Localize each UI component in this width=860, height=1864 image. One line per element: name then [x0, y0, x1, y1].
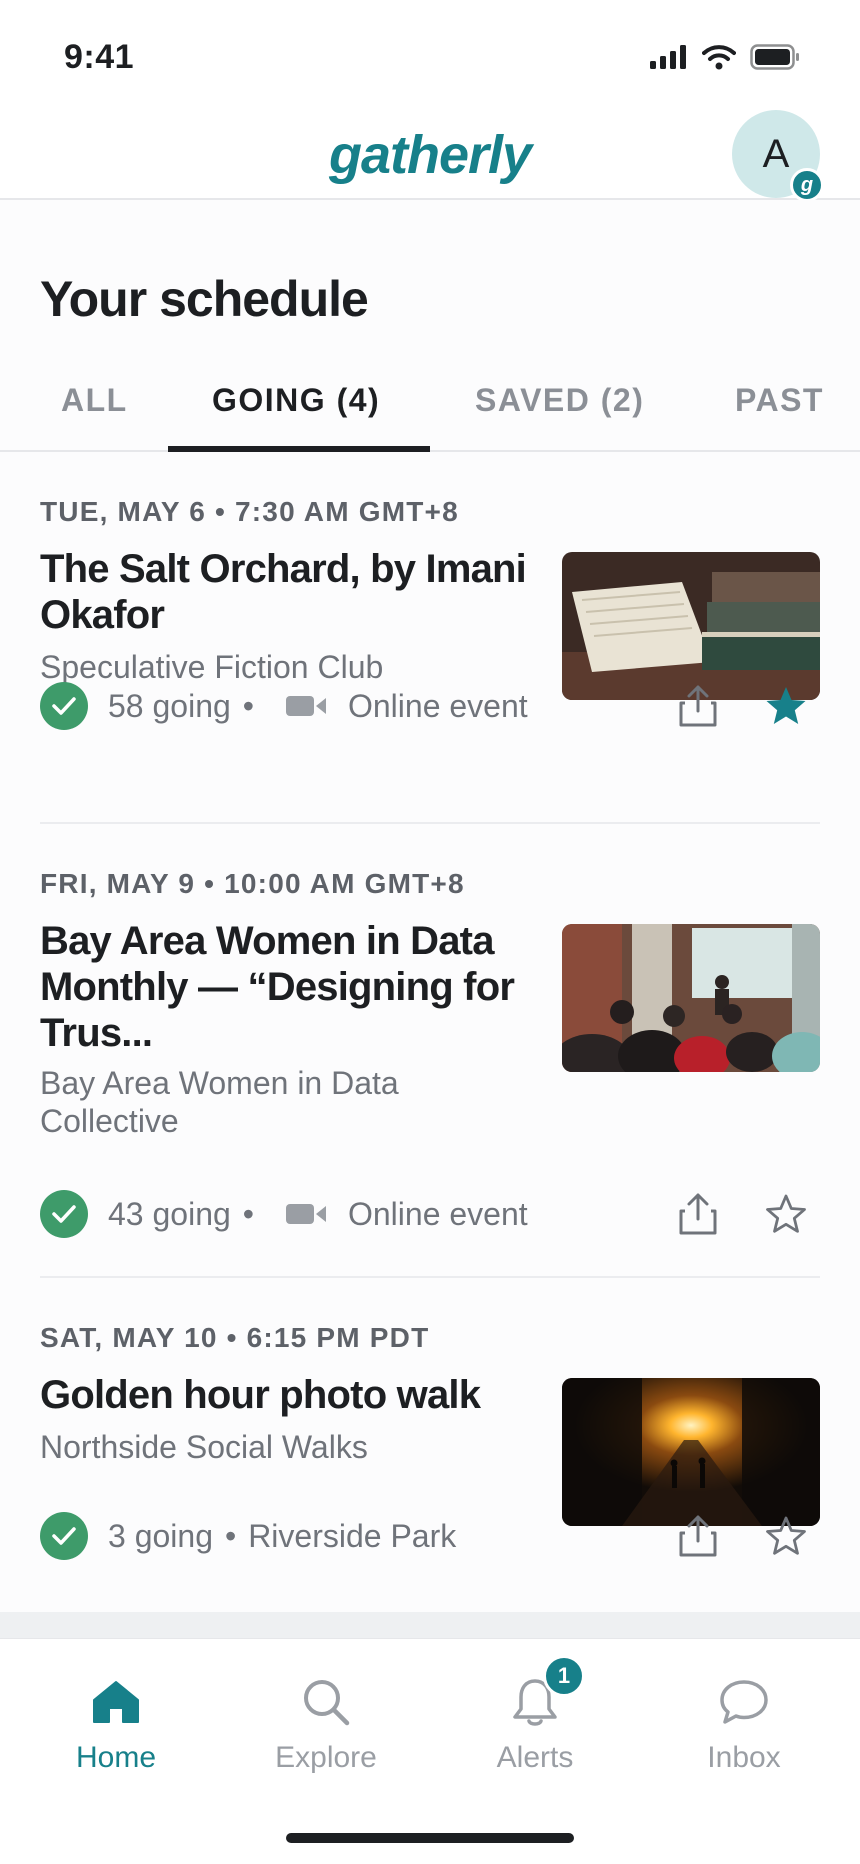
event-thumbnail-sunset[interactable] [562, 1378, 820, 1526]
card-divider [40, 822, 820, 824]
status-icons [650, 44, 800, 75]
star-outline-icon[interactable] [762, 1190, 810, 1238]
event-title[interactable]: Golden hour photo walk [40, 1372, 540, 1418]
card-divider [40, 1276, 820, 1278]
page-title: Your schedule [40, 271, 369, 327]
share-icon[interactable] [674, 1512, 722, 1560]
video-camera-icon [284, 693, 330, 719]
event-thumbnail-books[interactable] [562, 552, 820, 700]
event-group[interactable]: Northside Social Walks [40, 1428, 540, 1466]
nav-inbox[interactable]: Inbox [664, 1673, 824, 1775]
brand-logo[interactable]: gatherly [0, 124, 860, 186]
avatar-initial: A [762, 131, 790, 176]
separator-dot: • [242, 687, 254, 724]
avatar[interactable]: A g [732, 110, 824, 202]
event-actions [674, 682, 810, 730]
separator-dot: • [224, 1517, 237, 1554]
event-location: Online event [347, 1195, 528, 1232]
event-date: SAT, MAY 10 • 6:15 PM PDT [40, 1322, 430, 1353]
share-icon[interactable] [674, 1190, 722, 1238]
nav-label: Home [75, 1741, 157, 1774]
event-meta: 58 going • Online event [40, 680, 528, 732]
star-outline-icon[interactable] [762, 1512, 810, 1560]
event-location: Online event [347, 687, 528, 724]
event-group[interactable]: Bay Area Women in Data Collective [40, 1064, 540, 1140]
going-count: 43 going [108, 1195, 231, 1232]
wifi-icon [702, 44, 736, 75]
chat-bubble-icon [664, 1673, 824, 1731]
event-meta: 3 going • Riverside Park [40, 1510, 456, 1562]
event-title[interactable]: Bay Area Women in Data Monthly — “Design… [40, 918, 540, 1056]
bottom-nav-shadow [0, 1612, 860, 1638]
bell-icon: 1 [455, 1655, 615, 1731]
bottom-nav: Home Explore 1 Alerts Inbox [0, 1638, 860, 1864]
alerts-badge: 1 [543, 1655, 585, 1697]
event-card[interactable]: FRI, MAY 9 • 10:00 AM GMT+8 Bay Area Wom… [40, 868, 820, 1238]
event-title[interactable]: The Salt Orchard, by Imani Okafor [40, 546, 540, 638]
status-time: 9:41 [64, 38, 135, 76]
event-location: Riverside Park [248, 1517, 457, 1554]
going-count: 3 going [108, 1517, 213, 1554]
tab-going[interactable]: GOING (4) [212, 382, 380, 452]
home-icon [36, 1673, 196, 1731]
nav-label: Alerts [496, 1741, 574, 1774]
battery-icon [750, 44, 800, 75]
going-check-icon [40, 1512, 88, 1560]
active-tab-indicator [168, 446, 430, 452]
schedule-tabs: ALL GOING (4) SAVED (2) PAST [0, 360, 860, 452]
event-card[interactable]: SAT, MAY 10 • 6:15 PM PDT Golden hour ph… [40, 1322, 820, 1612]
event-date: TUE, MAY 6 • 7:30 AM GMT+8 [40, 496, 459, 527]
schedule-page: Your schedule ALL GOING (4) SAVED (2) PA… [0, 200, 860, 1612]
nav-alerts[interactable]: 1 Alerts [455, 1655, 615, 1775]
status-bar: 9:41 [0, 0, 860, 110]
star-filled-icon[interactable] [762, 682, 810, 730]
going-check-icon [40, 1190, 88, 1238]
tab-all[interactable]: ALL [61, 382, 128, 452]
event-thumbnail-talk[interactable] [562, 924, 820, 1072]
tab-saved[interactable]: SAVED (2) [475, 382, 644, 452]
cellular-signal-icon [650, 45, 688, 74]
event-actions [674, 1512, 810, 1560]
avatar-badge: g [790, 168, 824, 202]
app-header: gatherly A g [0, 110, 860, 202]
share-icon[interactable] [674, 682, 722, 730]
event-card[interactable]: TUE, MAY 6 • 7:30 AM GMT+8 The Salt Orch… [40, 496, 820, 730]
event-date: FRI, MAY 9 • 10:00 AM GMT+8 [40, 868, 465, 899]
nav-label: Explore [275, 1741, 377, 1774]
video-camera-icon [284, 1201, 330, 1227]
separator-dot: • [242, 1195, 254, 1232]
nav-explore[interactable]: Explore [246, 1673, 406, 1775]
event-meta: 43 going • Online event [40, 1188, 528, 1240]
nav-home[interactable]: Home [36, 1673, 196, 1775]
search-icon [246, 1673, 406, 1731]
tab-past[interactable]: PAST [735, 382, 824, 452]
going-count: 58 going [108, 687, 231, 724]
event-actions [674, 1190, 810, 1238]
going-check-icon [40, 682, 88, 730]
nav-label: Inbox [707, 1741, 781, 1774]
home-indicator [286, 1833, 574, 1843]
